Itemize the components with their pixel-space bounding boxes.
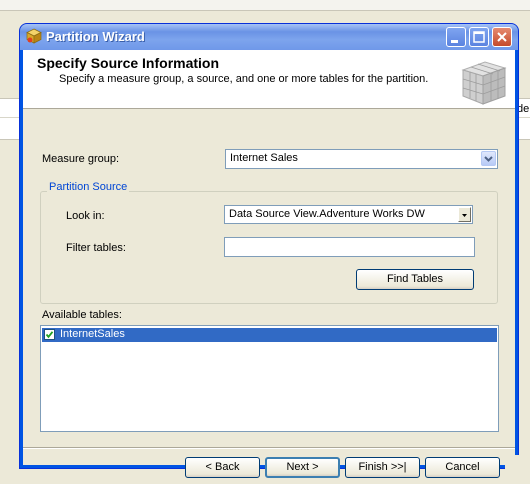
available-tables-label: Available tables: xyxy=(42,309,122,321)
close-icon xyxy=(497,32,507,42)
minimize-button[interactable] xyxy=(446,27,466,47)
available-tables-list[interactable]: InternetSales xyxy=(40,325,499,432)
background-edge-text: de xyxy=(517,103,530,115)
measure-group-label: Measure group: xyxy=(42,153,120,165)
partition-wizard-window: Partition Wizard Specify Source Informat… xyxy=(20,24,518,478)
partition-source-title: Partition Source xyxy=(47,181,130,193)
title-bar[interactable]: Partition Wizard xyxy=(20,24,518,50)
minimize-icon xyxy=(451,40,458,43)
footer-divider xyxy=(23,447,515,449)
maximize-button[interactable] xyxy=(469,27,489,47)
look-in-select[interactable]: Data Source View.Adventure Works DW xyxy=(224,205,473,224)
page-subtitle: Specify a measure group, a source, and o… xyxy=(59,73,429,85)
list-item[interactable]: InternetSales xyxy=(42,328,497,342)
maximize-icon xyxy=(473,31,485,43)
look-in-value: Data Source View.Adventure Works DW xyxy=(229,208,425,220)
wizard-header: Specify Source Information Specify a mea… xyxy=(23,50,515,109)
resize-grip-area xyxy=(505,455,530,469)
measure-group-select[interactable]: Internet Sales xyxy=(225,149,498,169)
close-button[interactable] xyxy=(492,27,512,47)
next-button[interactable]: Next > xyxy=(265,457,340,478)
cancel-button[interactable]: Cancel xyxy=(425,457,500,478)
check-icon xyxy=(45,331,54,339)
table-name: InternetSales xyxy=(60,328,125,340)
find-tables-button[interactable]: Find Tables xyxy=(356,269,474,290)
look-in-label: Look in: xyxy=(66,210,105,222)
cube-icon xyxy=(26,28,42,44)
measure-group-dropdown-button[interactable] xyxy=(481,151,496,166)
filter-tables-label: Filter tables: xyxy=(66,242,126,254)
background-app-top xyxy=(0,0,530,11)
wizard-client-area: Specify Source Information Specify a mea… xyxy=(23,50,515,478)
finish-button[interactable]: Finish >>| xyxy=(345,457,420,478)
back-button[interactable]: < Back xyxy=(185,457,260,478)
window-title: Partition Wizard xyxy=(46,29,145,44)
chevron-down-icon xyxy=(462,214,467,217)
filter-tables-input[interactable] xyxy=(224,237,475,257)
page-title: Specify Source Information xyxy=(37,55,220,71)
chevron-down-icon xyxy=(484,156,493,162)
look-in-dropdown-button[interactable] xyxy=(458,207,471,222)
cube-grid-icon xyxy=(461,61,507,105)
table-checkbox[interactable] xyxy=(44,329,55,340)
measure-group-value: Internet Sales xyxy=(230,152,298,164)
